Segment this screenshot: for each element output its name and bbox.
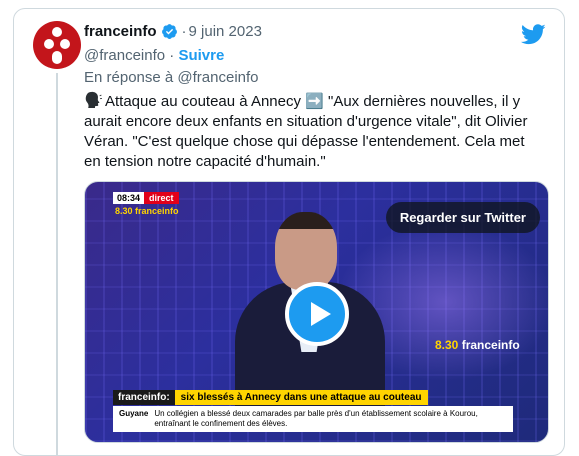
author-handle[interactable]: @franceinfo: [84, 47, 165, 64]
thread-line: [56, 73, 58, 455]
reply-context[interactable]: En réponse à @franceinfo: [84, 69, 259, 86]
lower-third-headline: six blessés à Annecy dans une attaque au…: [174, 390, 428, 405]
play-icon: [311, 302, 331, 326]
author-row: franceinfo · 9 juin 2023: [84, 23, 262, 40]
news-lower-third: franceinfo: six blessés à Annecy dans un…: [113, 390, 428, 405]
handle-row: @franceinfo · Suivre: [84, 47, 224, 64]
follow-separator: ·: [165, 47, 179, 64]
broadcast-time-badge: 08:34 direct: [113, 192, 179, 204]
show-tag-top: 8.30 franceinfo: [115, 206, 179, 216]
video-player[interactable]: 08:34 direct 8.30 franceinfo 8.30 france…: [84, 181, 549, 443]
ticker-text: Un collégien a blessé deux camarades par…: [154, 409, 478, 428]
franceinfo-avatar[interactable]: [33, 21, 81, 69]
author-name[interactable]: franceinfo: [84, 23, 157, 40]
news-ticker: Guyane Un collégien a blessé deux camara…: [113, 406, 513, 432]
tweet-body: Attaque au couteau à Annecy ➡️ "Aux dern…: [84, 91, 544, 172]
follow-button[interactable]: Suivre: [178, 47, 224, 64]
watch-on-twitter-button[interactable]: Regarder sur Twitter: [385, 202, 540, 233]
twitter-bird-icon[interactable]: [521, 24, 546, 45]
show-tag-right: 8.30 franceinfo: [435, 338, 520, 352]
tweet-date[interactable]: 9 juin 2023: [189, 23, 262, 40]
verified-badge-icon: [161, 24, 177, 39]
show-brand: franceinfo: [458, 338, 520, 352]
separator-dot: ·: [181, 23, 187, 40]
show-time: 8.30: [435, 338, 459, 352]
play-button[interactable]: [285, 282, 349, 346]
lower-third-brand: franceinfo:: [113, 390, 175, 405]
ticker-place: Guyane: [119, 409, 149, 418]
broadcast-clock: 08:34: [113, 192, 145, 204]
speaking-head-icon: [85, 91, 102, 108]
live-badge: direct: [144, 192, 179, 204]
speaker-head: [275, 212, 337, 290]
tweet-text: Attaque au couteau à Annecy ➡️ "Aux dern…: [84, 93, 528, 170]
tweet-card[interactable]: franceinfo · 9 juin 2023 @franceinfo · S…: [13, 8, 565, 456]
